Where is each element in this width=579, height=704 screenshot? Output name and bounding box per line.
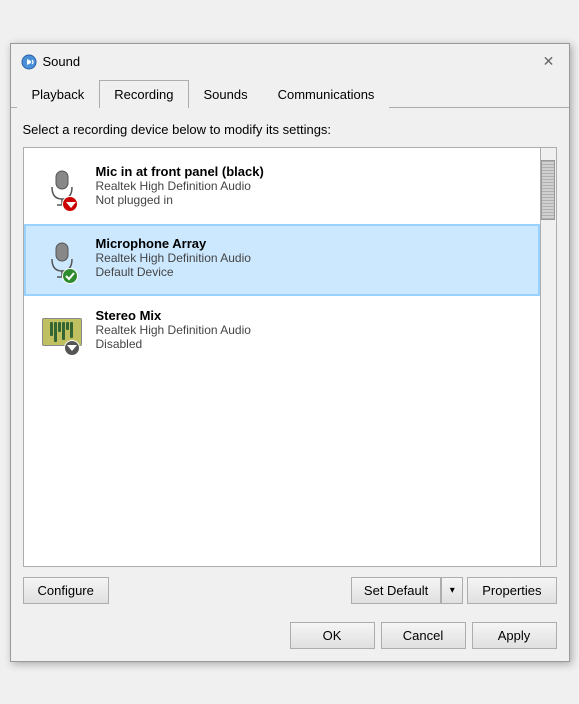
device-info-mic-array: Microphone Array Realtek High Definition… bbox=[96, 236, 526, 279]
scrollbar[interactable] bbox=[540, 148, 556, 566]
set-default-button[interactable]: Set Default bbox=[351, 577, 441, 604]
status-dot-gray bbox=[64, 340, 80, 356]
device-info-mic-front: Mic in at front panel (black) Realtek Hi… bbox=[96, 164, 526, 207]
content-area: Select a recording device below to modif… bbox=[11, 108, 569, 614]
device-icon-stereo-mix bbox=[38, 308, 86, 356]
cancel-button[interactable]: Cancel bbox=[381, 622, 466, 649]
window-title: Sound bbox=[43, 54, 539, 69]
device-driver-1: Realtek High Definition Audio bbox=[96, 179, 526, 193]
device-status-1: Not plugged in bbox=[96, 193, 526, 207]
title-bar: Sound ✕ bbox=[11, 44, 569, 80]
checkmark-icon bbox=[64, 270, 76, 282]
device-info-stereo-mix: Stereo Mix Realtek High Definition Audio… bbox=[96, 308, 526, 351]
status-dot-green bbox=[62, 268, 78, 284]
ok-cancel-row: OK Cancel Apply bbox=[11, 614, 569, 661]
tab-recording[interactable]: Recording bbox=[99, 80, 188, 108]
device-item-stereo-mix[interactable]: Stereo Mix Realtek High Definition Audio… bbox=[24, 296, 540, 368]
device-driver-2: Realtek High Definition Audio bbox=[96, 251, 526, 265]
instruction-text: Select a recording device below to modif… bbox=[23, 122, 557, 137]
ok-button[interactable]: OK bbox=[290, 622, 375, 649]
tab-communications[interactable]: Communications bbox=[263, 80, 390, 108]
device-list: Mic in at front panel (black) Realtek Hi… bbox=[23, 147, 557, 567]
tab-bar: Playback Recording Sounds Communications bbox=[11, 80, 569, 108]
close-button[interactable]: ✕ bbox=[539, 52, 559, 72]
device-status-3: Disabled bbox=[96, 337, 526, 351]
device-name-1: Mic in at front panel (black) bbox=[96, 164, 526, 179]
device-icon-mic-front bbox=[38, 164, 86, 212]
arrow-down-gray-icon bbox=[66, 342, 78, 354]
arrow-down-icon bbox=[64, 198, 78, 212]
set-default-split: Set Default ▾ bbox=[351, 577, 463, 604]
sound-dialog: Sound ✕ Playback Recording Sounds Commun… bbox=[10, 43, 570, 662]
device-driver-3: Realtek High Definition Audio bbox=[96, 323, 526, 337]
device-name-3: Stereo Mix bbox=[96, 308, 526, 323]
tab-playback[interactable]: Playback bbox=[17, 80, 100, 108]
device-item-microphone-array[interactable]: Microphone Array Realtek High Definition… bbox=[24, 224, 540, 296]
properties-button[interactable]: Properties bbox=[467, 577, 556, 604]
status-dot-red bbox=[62, 196, 78, 212]
apply-button[interactable]: Apply bbox=[472, 622, 557, 649]
device-status-2: Default Device bbox=[96, 265, 526, 279]
sound-icon bbox=[21, 54, 37, 70]
device-item-mic-front-panel[interactable]: Mic in at front panel (black) Realtek Hi… bbox=[24, 152, 540, 224]
configure-button[interactable]: Configure bbox=[23, 577, 109, 604]
device-list-inner[interactable]: Mic in at front panel (black) Realtek Hi… bbox=[24, 148, 540, 566]
device-name-2: Microphone Array bbox=[96, 236, 526, 251]
action-button-row: Configure Set Default ▾ Properties bbox=[23, 577, 557, 604]
scrollbar-thumb[interactable] bbox=[541, 160, 555, 220]
tab-sounds[interactable]: Sounds bbox=[189, 80, 263, 108]
device-icon-mic-array bbox=[38, 236, 86, 284]
set-default-dropdown-button[interactable]: ▾ bbox=[441, 577, 463, 604]
